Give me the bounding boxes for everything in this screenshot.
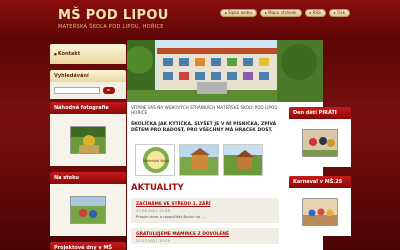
news-item: ZAČÍNÁME VE STŘEDU 1. ZÁŘÍ 27.08.2021 11… (131, 198, 279, 223)
top-link-label: Tisk (336, 10, 345, 15)
den-deti-box: Den dětí PIRÁTI (289, 107, 351, 167)
top-links: ▸ Šipka webu ▸ Mapa stránek ▸ RSS ▸ Tisk (219, 9, 350, 17)
search-input[interactable] (54, 87, 100, 94)
nastoku-photo[interactable] (70, 196, 106, 224)
photo-strip: Mateřská škola (135, 144, 263, 176)
kontakt-heading[interactable]: Kontakt (50, 44, 126, 64)
kontakt-box[interactable]: Kontakt (50, 44, 126, 64)
site-header: MŠ POD LIPOU MATEŘSKÁ ŠKOLA POD LIPOU, H… (0, 0, 400, 40)
random-photo-body (50, 114, 126, 166)
search-button[interactable]: ► (103, 87, 115, 94)
random-photo[interactable] (70, 126, 106, 154)
playground-image (180, 145, 218, 175)
top-link-map[interactable]: ▸ Mapa stránek (260, 9, 302, 17)
logo-text: Mateřská škola (143, 159, 169, 163)
school-banner (127, 40, 323, 102)
news-item: GRATULUJEME MAMINCE Z DOVOLENÉ 20.07.202… (131, 228, 279, 244)
news-excerpt: Prosím dom a rozpočítat školní na ... (131, 214, 279, 223)
projekt-box: Projektové dny v MŠ (50, 242, 126, 250)
random-photo-image (71, 127, 105, 153)
garden-image (224, 145, 262, 175)
projekt-heading: Projektové dny v MŠ (50, 242, 126, 250)
random-photo-heading: Náhodná fotografie (50, 102, 126, 114)
nastoku-body (50, 184, 126, 236)
top-link-sitemap[interactable]: ▸ Šipka webu (219, 9, 257, 17)
rss-icon: ▸ (309, 10, 312, 15)
top-link-print[interactable]: ▸ Tisk (328, 9, 350, 17)
photo-playground[interactable] (179, 144, 219, 176)
karneval-image (303, 199, 337, 225)
search-heading: Vyhledávání (50, 70, 126, 82)
news-title-link[interactable]: ZAČÍNÁME VE STŘEDU 1. ZÁŘÍ (131, 198, 279, 208)
nastoku-heading: Na stoku (50, 172, 126, 184)
search-box: Vyhledávání ► (50, 70, 126, 99)
site-title[interactable]: MŠ POD LIPOU (58, 8, 169, 23)
banner-image (127, 40, 323, 102)
top-link-label: RSS (312, 10, 321, 15)
top-link-label: Mapa stránek (268, 10, 297, 15)
kontakt-label: Kontakt (54, 51, 80, 57)
song-text: ŠKOLIČKA JAK KYTIČKA, SLYŠET JE V NÍ PÍS… (131, 122, 277, 133)
karneval-box: Karneval v MŠ.25 (289, 176, 351, 236)
sitemap-icon: ▸ (224, 10, 227, 15)
photo-garden[interactable] (223, 144, 263, 176)
den-deti-image (303, 130, 337, 156)
news-title-link[interactable]: GRATULUJEME MAMINCE Z DOVOLENÉ (131, 228, 279, 238)
karneval-body (289, 188, 351, 236)
karneval-photo[interactable] (302, 198, 338, 226)
map-icon: ▸ (265, 10, 268, 15)
nastoku-box: Na stoku (50, 172, 126, 236)
logo-image: Mateřská škola (136, 145, 174, 175)
top-link-label: Šipka webu (227, 10, 252, 15)
site-subtitle: MATEŘSKÁ ŠKOLA POD LIPOU, HOŘICE (58, 24, 164, 30)
print-icon: ▸ (333, 10, 336, 15)
news-date: 20.07.2021 10:29 (131, 238, 279, 244)
nastoku-image (71, 197, 105, 223)
school-logo[interactable]: Mateřská škola (135, 144, 175, 176)
den-deti-heading: Den dětí PIRÁTI (289, 107, 351, 119)
news-heading: AKTUALITY (131, 183, 184, 193)
top-link-rss[interactable]: ▸ RSS (304, 9, 326, 17)
random-photo-box: Náhodná fotografie (50, 102, 126, 166)
karneval-heading: Karneval v MŠ.25 (289, 176, 351, 188)
den-deti-photo[interactable] (302, 129, 338, 157)
den-deti-body (289, 119, 351, 167)
search-body: ► (50, 82, 126, 99)
welcome-text: VÍTÁME VÁS NA WEBOVÝCH STRÁNKÁCH MATEŘSK… (131, 105, 278, 115)
